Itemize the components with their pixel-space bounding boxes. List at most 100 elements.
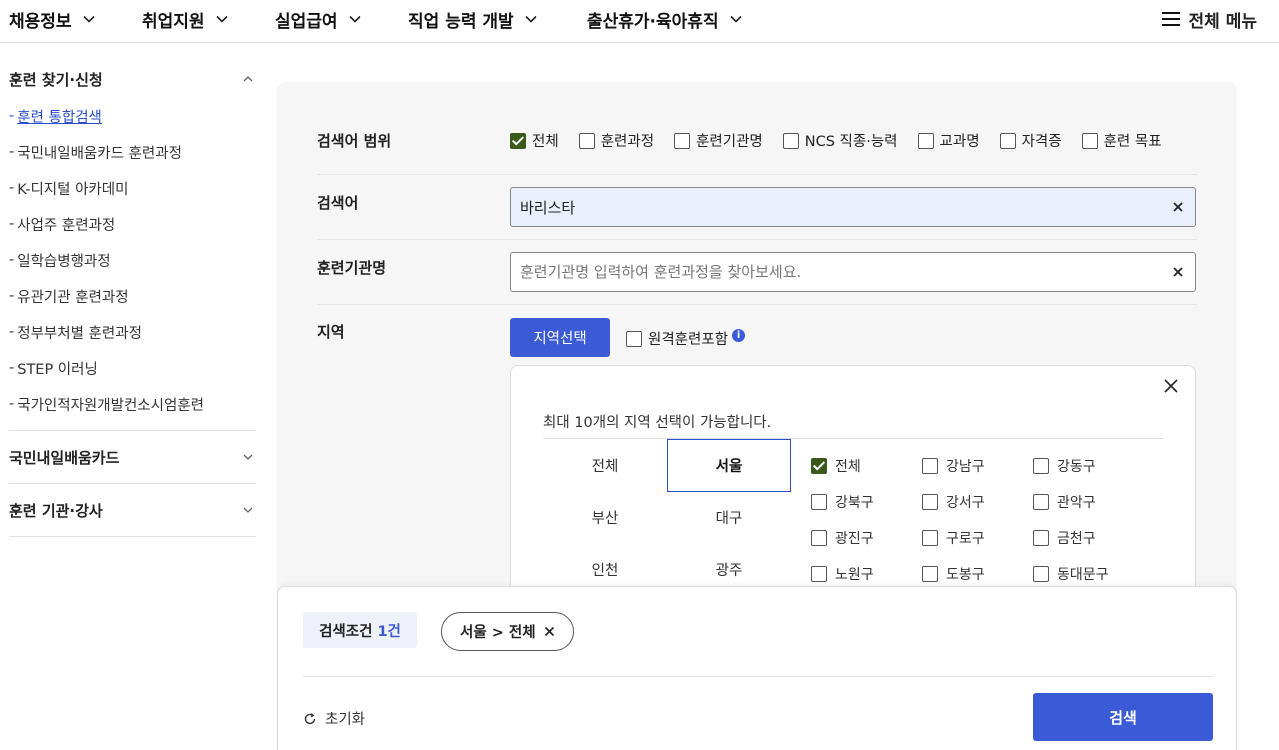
sidebar-group-label: 훈련 찾기·신청 bbox=[9, 70, 103, 89]
dash: - bbox=[9, 396, 15, 412]
sidebar-item-consortium[interactable]: - 국가인적자원개발컨소시엄훈련 bbox=[9, 386, 256, 422]
nav-label: 직업 능력 개발 bbox=[408, 11, 514, 32]
city-seoul[interactable]: 서울 bbox=[667, 439, 791, 492]
checkbox-icon bbox=[922, 494, 938, 510]
checkbox-icon bbox=[922, 458, 938, 474]
checkbox-icon bbox=[1033, 530, 1049, 546]
district-gangseo-checkbox[interactable]: 강서구 bbox=[922, 492, 985, 512]
dash: - bbox=[9, 108, 15, 124]
checkbox-label: 원격훈련포함 bbox=[648, 332, 729, 348]
institution-row: 훈련기관명 bbox=[317, 240, 1197, 305]
city-all[interactable]: 전체 bbox=[543, 439, 667, 492]
dash: - bbox=[9, 252, 15, 268]
dash: - bbox=[9, 180, 15, 196]
top-nav: 채용정보 취업지원 실업급여 직업 능력 개발 출산휴가·육아휴직 전체 메뉴 bbox=[0, 0, 1279, 43]
nav-jobs[interactable]: 채용정보 bbox=[9, 0, 96, 38]
checkbox-label: 노원구 bbox=[835, 567, 874, 583]
info-icon[interactable]: i bbox=[732, 329, 746, 342]
sidebar-item-label: 훈련 통합검색 bbox=[17, 109, 102, 126]
district-dobong-checkbox[interactable]: 도봉구 bbox=[922, 564, 985, 584]
dash: - bbox=[9, 216, 15, 232]
remove-icon[interactable] bbox=[544, 626, 555, 637]
district-gangnam-checkbox[interactable]: 강남구 bbox=[922, 456, 985, 476]
checkbox-label: 훈련과정 bbox=[600, 134, 655, 150]
keyword-row: 검색어 bbox=[317, 175, 1197, 240]
search-button[interactable]: 검색 bbox=[1033, 693, 1213, 741]
checkbox-label: 자격증 bbox=[1021, 134, 1062, 150]
clear-icon[interactable] bbox=[1170, 264, 1186, 280]
all-menu-button[interactable]: 전체 메뉴 bbox=[1161, 0, 1257, 38]
checkbox-icon bbox=[674, 132, 691, 149]
scope-course-checkbox[interactable]: 훈련과정 bbox=[578, 130, 655, 151]
sidebar-item-label: 정부부처별 훈련과정 bbox=[17, 325, 142, 342]
sidebar: 훈련 찾기·신청 - 훈련 통합검색 - 국민내일배움카드 훈련과정 - K-디지털 … bbox=[9, 60, 256, 537]
sidebar-item-related-agency[interactable]: - 유관기관 훈련과정 bbox=[9, 278, 256, 314]
checkbox-checked-icon bbox=[811, 458, 827, 474]
clear-icon[interactable] bbox=[1170, 199, 1186, 215]
district-gangdong-checkbox[interactable]: 강동구 bbox=[1033, 456, 1096, 476]
sidebar-item-label: K-디지털 아카데미 bbox=[17, 181, 129, 198]
nav-unemployment-benefit[interactable]: 실업급여 bbox=[275, 0, 362, 38]
chip-label: 서울 > 전체 bbox=[460, 625, 536, 641]
district-nowon-checkbox[interactable]: 노원구 bbox=[811, 564, 874, 584]
nav-parental-leave[interactable]: 출산휴가·육아휴직 bbox=[587, 0, 743, 38]
district-all-checkbox[interactable]: 전체 bbox=[811, 456, 861, 476]
chevron-down-icon bbox=[525, 15, 537, 23]
city-daegu[interactable]: 대구 bbox=[667, 491, 791, 544]
sidebar-item-ministry-courses[interactable]: - 정부부처별 훈련과정 bbox=[9, 314, 256, 350]
district-dongdaemun-checkbox[interactable]: 동대문구 bbox=[1033, 564, 1109, 584]
keyword-field bbox=[510, 187, 1196, 227]
sidebar-group-label: 국민내일배움카드 bbox=[9, 448, 120, 467]
district-gwangjin-checkbox[interactable]: 광진구 bbox=[811, 528, 874, 548]
sidebar-item-label: 국민내일배움카드 훈련과정 bbox=[17, 145, 182, 162]
close-icon[interactable] bbox=[1163, 378, 1179, 394]
checkbox-icon bbox=[1033, 494, 1049, 510]
nav-employment-support[interactable]: 취업지원 bbox=[142, 0, 229, 38]
refresh-icon bbox=[304, 712, 316, 724]
district-geumcheon-checkbox[interactable]: 금천구 bbox=[1033, 528, 1096, 548]
region-select-button[interactable]: 지역선택 bbox=[510, 318, 610, 357]
sidebar-item-integrated-search[interactable]: - 훈련 통합검색 bbox=[9, 98, 256, 134]
keyword-input[interactable] bbox=[520, 198, 1160, 216]
reset-button[interactable]: 초기화 bbox=[303, 708, 365, 729]
sidebar-group-learning-card[interactable]: 국민내일배움카드 bbox=[9, 431, 256, 484]
scope-row: 검색어 범위 전체 훈련과정 훈련기관명 NCS 직종·능력 교과명 자격증 훈… bbox=[317, 112, 1197, 175]
checkbox-label: 전체 bbox=[835, 459, 861, 475]
checkbox-icon bbox=[1033, 566, 1049, 582]
sidebar-item-work-study[interactable]: - 일학습병행과정 bbox=[9, 242, 256, 278]
scope-goal-checkbox[interactable]: 훈련 목표 bbox=[1081, 130, 1162, 151]
district-guro-checkbox[interactable]: 구로구 bbox=[922, 528, 985, 548]
checkbox-icon bbox=[578, 132, 595, 149]
nav-label: 출산휴가·육아휴직 bbox=[587, 11, 719, 32]
scope-ncs-checkbox[interactable]: NCS 직종·능력 bbox=[782, 130, 898, 151]
sidebar-group-institution-instructor[interactable]: 훈련 기관·강사 bbox=[9, 484, 256, 537]
sidebar-item-label: 사업주 훈련과정 bbox=[17, 217, 116, 234]
checkbox-label: 금천구 bbox=[1057, 531, 1096, 547]
chevron-down-icon bbox=[82, 15, 95, 23]
region-limit-message: 최대 10개의 지역 선택이 가능합니다. bbox=[543, 415, 772, 431]
checkbox-icon bbox=[782, 132, 799, 149]
remote-training-checkbox[interactable]: 원격훈련포함 i bbox=[626, 328, 746, 349]
sidebar-item-k-digital[interactable]: - K-디지털 아카데미 bbox=[9, 170, 256, 206]
sidebar-item-card-courses[interactable]: - 국민내일배움카드 훈련과정 bbox=[9, 134, 256, 170]
city-busan[interactable]: 부산 bbox=[543, 491, 667, 544]
scope-subject-checkbox[interactable]: 교과명 bbox=[917, 130, 980, 151]
sidebar-item-step-elearning[interactable]: - STEP 이러닝 bbox=[9, 350, 256, 386]
search-condition-bar: 검색조건 1건 서울 > 전체 초기화 검색 bbox=[277, 586, 1237, 750]
checkbox-label: 강남구 bbox=[946, 459, 985, 475]
sidebar-item-label: 국가인적자원개발컨소시엄훈련 bbox=[17, 397, 204, 414]
district-gwanak-checkbox[interactable]: 관악구 bbox=[1033, 492, 1096, 512]
scope-certificate-checkbox[interactable]: 자격증 bbox=[999, 130, 1062, 151]
scope-options: 전체 훈련과정 훈련기관명 NCS 직종·능력 교과명 자격증 훈련 목표 bbox=[510, 130, 1182, 151]
scope-institution-checkbox[interactable]: 훈련기관명 bbox=[674, 130, 763, 151]
district-gangbuk-checkbox[interactable]: 강북구 bbox=[811, 492, 874, 512]
sidebar-item-label: 일학습병행과정 bbox=[17, 253, 111, 270]
checkbox-label: 광진구 bbox=[835, 531, 874, 547]
sidebar-item-employer-courses[interactable]: - 사업주 훈련과정 bbox=[9, 206, 256, 242]
nav-skill-development[interactable]: 직업 능력 개발 bbox=[408, 0, 538, 38]
chevron-up-icon bbox=[243, 76, 253, 82]
checkbox-label: 훈련기관명 bbox=[696, 134, 763, 150]
scope-all-checkbox[interactable]: 전체 bbox=[510, 130, 559, 151]
sidebar-group-training-search[interactable]: 훈련 찾기·신청 bbox=[9, 60, 256, 98]
institution-input[interactable] bbox=[520, 263, 1160, 281]
